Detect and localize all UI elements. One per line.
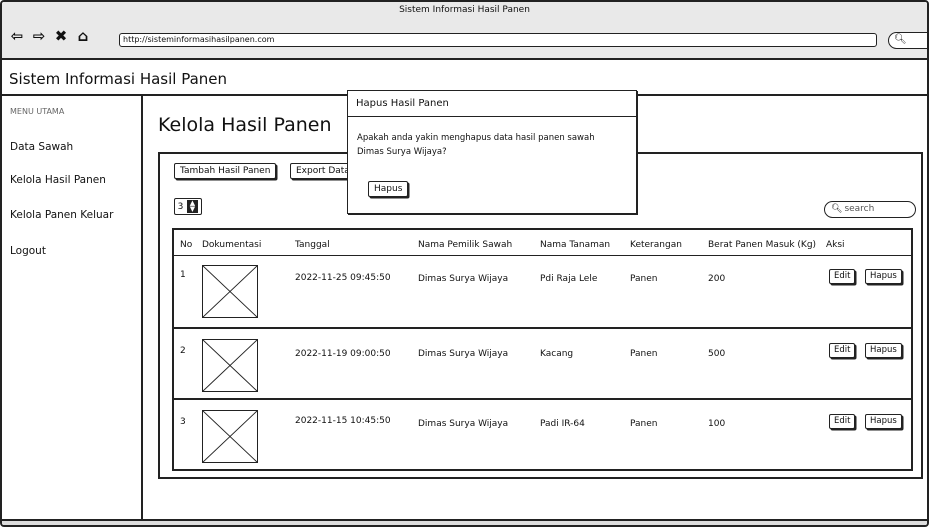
image-placeholder-icon xyxy=(202,339,258,392)
sidebar: MENU UTAMA Data Sawah Kelola Hasil Panen… xyxy=(2,96,143,519)
back-arrow-icon[interactable]: ⇦ xyxy=(8,27,26,45)
search-input[interactable]: 🔍︎ search xyxy=(824,201,916,218)
cell-tanaman: Kacang xyxy=(540,349,574,359)
forward-arrow-icon[interactable]: ⇨ xyxy=(30,27,48,45)
page-size-stepper[interactable]: 3 ▲ ▼ xyxy=(174,198,202,215)
page-size-value: 3 xyxy=(177,201,184,212)
col-aksi: Aksi xyxy=(826,240,845,250)
cell-no: 1 xyxy=(180,270,186,280)
sidebar-item-logout[interactable]: Logout xyxy=(10,245,46,257)
sidebar-item-data-sawah[interactable]: Data Sawah xyxy=(10,141,73,153)
stepper-arrows-icon[interactable]: ▲ ▼ xyxy=(187,200,198,213)
search-icon: 🔍︎ xyxy=(894,34,907,45)
edit-button[interactable]: Edit xyxy=(829,269,856,284)
cell-no: 2 xyxy=(180,346,186,356)
dialog-message: Apakah anda yakin menghapus data hasil p… xyxy=(357,133,595,157)
edit-button[interactable]: Edit xyxy=(829,343,856,358)
search-placeholder: search xyxy=(844,204,875,214)
close-icon[interactable]: ✖ xyxy=(52,27,70,45)
col-berat: Berat Panen Masuk (Kg) xyxy=(708,240,817,250)
cell-tanggal: 2022-11-15 10:45:50 xyxy=(295,416,391,426)
delete-button[interactable]: Hapus xyxy=(865,414,902,429)
cell-pemilik: Dimas Surya Wijaya xyxy=(418,274,509,284)
cell-berat: 200 xyxy=(708,274,726,284)
image-placeholder-icon xyxy=(202,265,258,318)
cell-berat: 500 xyxy=(708,349,726,359)
cell-pemilik: Dimas Surya Wijaya xyxy=(418,419,509,429)
table-row: 1 2022-11-25 09:45:50 Dimas Surya Wijaya… xyxy=(174,256,911,329)
browser-chrome: Sistem Informasi Hasil Panen ⇦ ⇨ ✖ ⌂ htt… xyxy=(2,2,927,60)
cell-tanaman: Padi IR-64 xyxy=(540,419,585,429)
dialog-title: Hapus Hasil Panen xyxy=(348,91,636,117)
cell-berat: 100 xyxy=(708,419,726,429)
cell-tanggal: 2022-11-25 09:45:50 xyxy=(295,273,391,283)
cell-keterangan: Panen xyxy=(630,419,658,429)
search-icon: 🔍︎ xyxy=(831,204,843,214)
image-placeholder-icon xyxy=(202,410,258,463)
home-icon[interactable]: ⌂ xyxy=(74,27,92,45)
browser-nav: ⇦ ⇨ ✖ ⌂ xyxy=(8,27,92,45)
delete-button[interactable]: Hapus xyxy=(865,269,902,284)
status-bar xyxy=(2,519,927,525)
col-no: No xyxy=(180,240,193,250)
cell-keterangan: Panen xyxy=(630,274,658,284)
col-pemilik: Nama Pemilik Sawah xyxy=(418,240,513,250)
cell-pemilik: Dimas Surya Wijaya xyxy=(418,349,509,359)
cell-no: 3 xyxy=(180,417,186,427)
col-tanaman: Nama Tanaman xyxy=(540,240,611,250)
edit-button[interactable]: Edit xyxy=(829,414,856,429)
cell-keterangan: Panen xyxy=(630,349,658,359)
table-row: 2 2022-11-19 09:00:50 Dimas Surya Wijaya… xyxy=(174,329,911,400)
col-keterangan: Keterangan xyxy=(630,240,682,250)
col-dokumentasi: Dokumentasi xyxy=(202,240,262,250)
window-title: Sistem Informasi Hasil Panen xyxy=(399,5,530,15)
harvest-table: No Dokumentasi Tanggal Nama Pemilik Sawa… xyxy=(172,228,913,471)
col-tanggal: Tanggal xyxy=(295,240,330,250)
table-header: No Dokumentasi Tanggal Nama Pemilik Sawa… xyxy=(174,230,911,256)
cell-tanaman: Pdi Raja Lele xyxy=(540,274,598,284)
browser-window: Sistem Informasi Hasil Panen ⇦ ⇨ ✖ ⌂ htt… xyxy=(0,0,929,527)
delete-button[interactable]: Hapus xyxy=(865,343,902,358)
cell-tanggal: 2022-11-19 09:00:50 xyxy=(295,349,391,359)
add-harvest-button[interactable]: Tambah Hasil Panen xyxy=(174,163,277,179)
sidebar-item-kelola-panen-keluar[interactable]: Kelola Panen Keluar xyxy=(10,209,113,221)
delete-confirm-dialog: Hapus Hasil Panen Apakah anda yakin meng… xyxy=(347,90,637,214)
page-title: Kelola Hasil Panen xyxy=(158,114,332,136)
url-bar[interactable]: http://sisteminformasihasilpanen.com xyxy=(119,33,877,47)
confirm-delete-button[interactable]: Hapus xyxy=(368,181,409,197)
sidebar-heading: MENU UTAMA xyxy=(10,107,65,116)
export-data-button[interactable]: Export Data xyxy=(290,163,356,179)
table-row: 3 2022-11-15 10:45:50 Dimas Surya Wijaya… xyxy=(174,400,911,471)
sidebar-item-kelola-hasil-panen[interactable]: Kelola Hasil Panen xyxy=(10,174,106,186)
browser-search[interactable]: 🔍︎ xyxy=(888,32,927,49)
